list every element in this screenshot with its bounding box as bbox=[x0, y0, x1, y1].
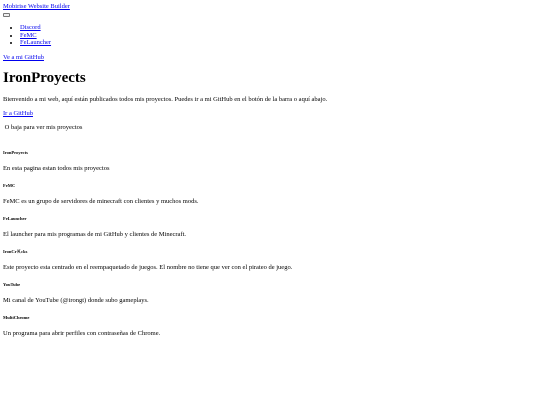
project-title: FeLauncher bbox=[3, 216, 27, 221]
project-description: En esta pagina estan todos mis proyectos bbox=[3, 165, 110, 172]
project-description: FeMC es un grupo de servidores de minecr… bbox=[3, 198, 199, 205]
project-title: YouTube bbox=[3, 282, 21, 287]
project-title: IronCrＫcks bbox=[3, 249, 28, 254]
menu-toggle-button[interactable] bbox=[3, 13, 10, 17]
nav-item-discord: Discord bbox=[20, 24, 51, 32]
nav-link-discord[interactable]: Discord bbox=[20, 24, 41, 31]
nav-link-femc[interactable]: FeMC bbox=[20, 32, 37, 39]
project-description: El launcher para mis programas de mi Git… bbox=[3, 231, 187, 238]
nav-item-felauncher: FeLauncher bbox=[20, 39, 51, 47]
logo-image-alt: Mobirise Website Builder bbox=[3, 3, 70, 10]
github-nav-button[interactable]: Ve a mi GitHub bbox=[3, 54, 44, 62]
project-description: Este proyecto esta centrado en el reempa… bbox=[3, 264, 293, 271]
project-description: Mi canal de YouTube (@irongt) donde subo… bbox=[3, 297, 149, 304]
nav-menu: Discord FeMC FeLauncher bbox=[3, 24, 51, 47]
nav-item-femc: FeMC bbox=[20, 32, 51, 40]
project-title: IronProyects bbox=[3, 150, 28, 155]
page-title: IronProyects bbox=[3, 70, 86, 86]
project-title: MultiChrome bbox=[3, 315, 30, 320]
scroll-hint-label: O baja para ver mis proyectos bbox=[4, 124, 83, 131]
project-title: FeMC bbox=[3, 183, 16, 188]
github-link[interactable]: Ir a GitHub bbox=[3, 110, 33, 118]
scroll-hint-text: O baja para ver mis proyectos bbox=[3, 124, 83, 132]
intro-text: Bienvenido a mi web, aquí están publicad… bbox=[3, 96, 328, 103]
logo-link[interactable]: Mobirise Website Builder bbox=[3, 3, 70, 11]
nav-link-felauncher[interactable]: FeLauncher bbox=[20, 39, 51, 46]
project-description: Un programa para abrir perfiles con cont… bbox=[3, 330, 161, 337]
